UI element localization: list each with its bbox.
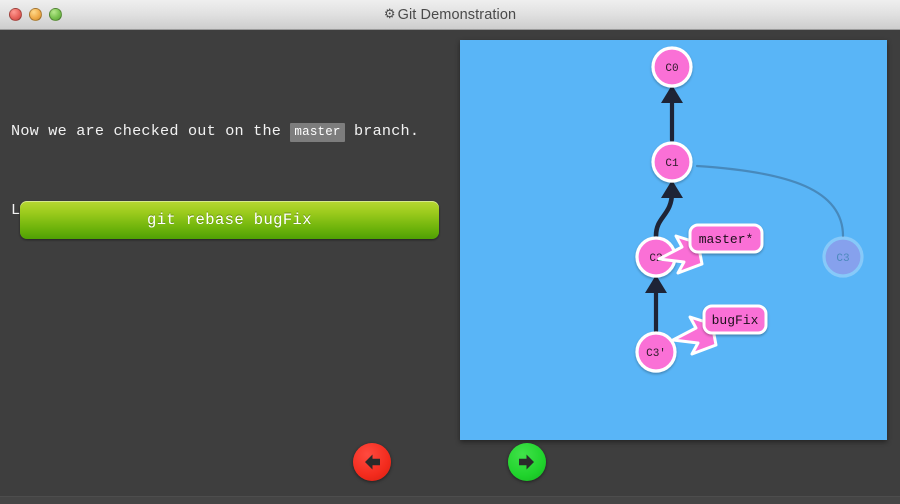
window-title-text: Git Demonstration — [397, 7, 517, 23]
edge-c3prime-to-c2 — [645, 275, 667, 334]
left-panel: Now we are checked out on the master bra… — [0, 30, 452, 504]
commit-label-c1: C1 — [665, 158, 679, 170]
next-step-button[interactable] — [508, 443, 546, 481]
gear-icon: ⚙ — [383, 6, 396, 21]
dialog-line-1-part-1: Now we are checked out on the — [11, 122, 291, 140]
edge-c2-to-c1 — [653, 180, 683, 239]
branch-label-bugfix[interactable]: bugFix — [671, 304, 768, 356]
window-bottom-strip — [0, 496, 900, 504]
commit-label-c3: C3 — [836, 253, 849, 265]
commit-node-c3-prime[interactable]: C3' — [635, 331, 677, 373]
inline-code-master: master — [290, 123, 345, 142]
git-graph-canvas[interactable]: C3 C0 C1 C2 C3' master* bugFix — [460, 40, 887, 440]
dialog-line-1: Now we are checked out on the master bra… — [11, 118, 443, 145]
dialog-text: Now we are checked out on the master bra… — [11, 66, 443, 276]
run-command-button[interactable]: git rebase bugFix — [20, 201, 439, 239]
edge-c1-to-c0 — [661, 85, 683, 143]
commit-node-c1[interactable]: C1 — [651, 141, 693, 183]
forward-arrow-icon — [519, 454, 534, 470]
previous-step-button[interactable] — [353, 443, 391, 481]
window-title: ⚙ Git Demonstration — [0, 0, 900, 30]
git-graph-svg: C3 C0 C1 C2 C3' master* bugFix — [635, 46, 864, 373]
app-window: ⚙ Git Demonstration Now we are checked ou… — [0, 0, 900, 504]
back-arrow-icon — [365, 454, 380, 470]
dialog-line-1-part-2: branch. — [344, 122, 420, 140]
commit-node-c3[interactable]: C3 — [822, 236, 864, 278]
branch-label-master-text: master* — [699, 232, 754, 247]
commit-label-c3-prime: C3' — [646, 348, 666, 360]
branch-label-bugfix-text: bugFix — [712, 313, 759, 328]
commit-node-c0[interactable]: C0 — [651, 46, 693, 88]
commit-label-c0: C0 — [665, 63, 678, 75]
title-bar: ⚙ Git Demonstration — [0, 0, 900, 30]
